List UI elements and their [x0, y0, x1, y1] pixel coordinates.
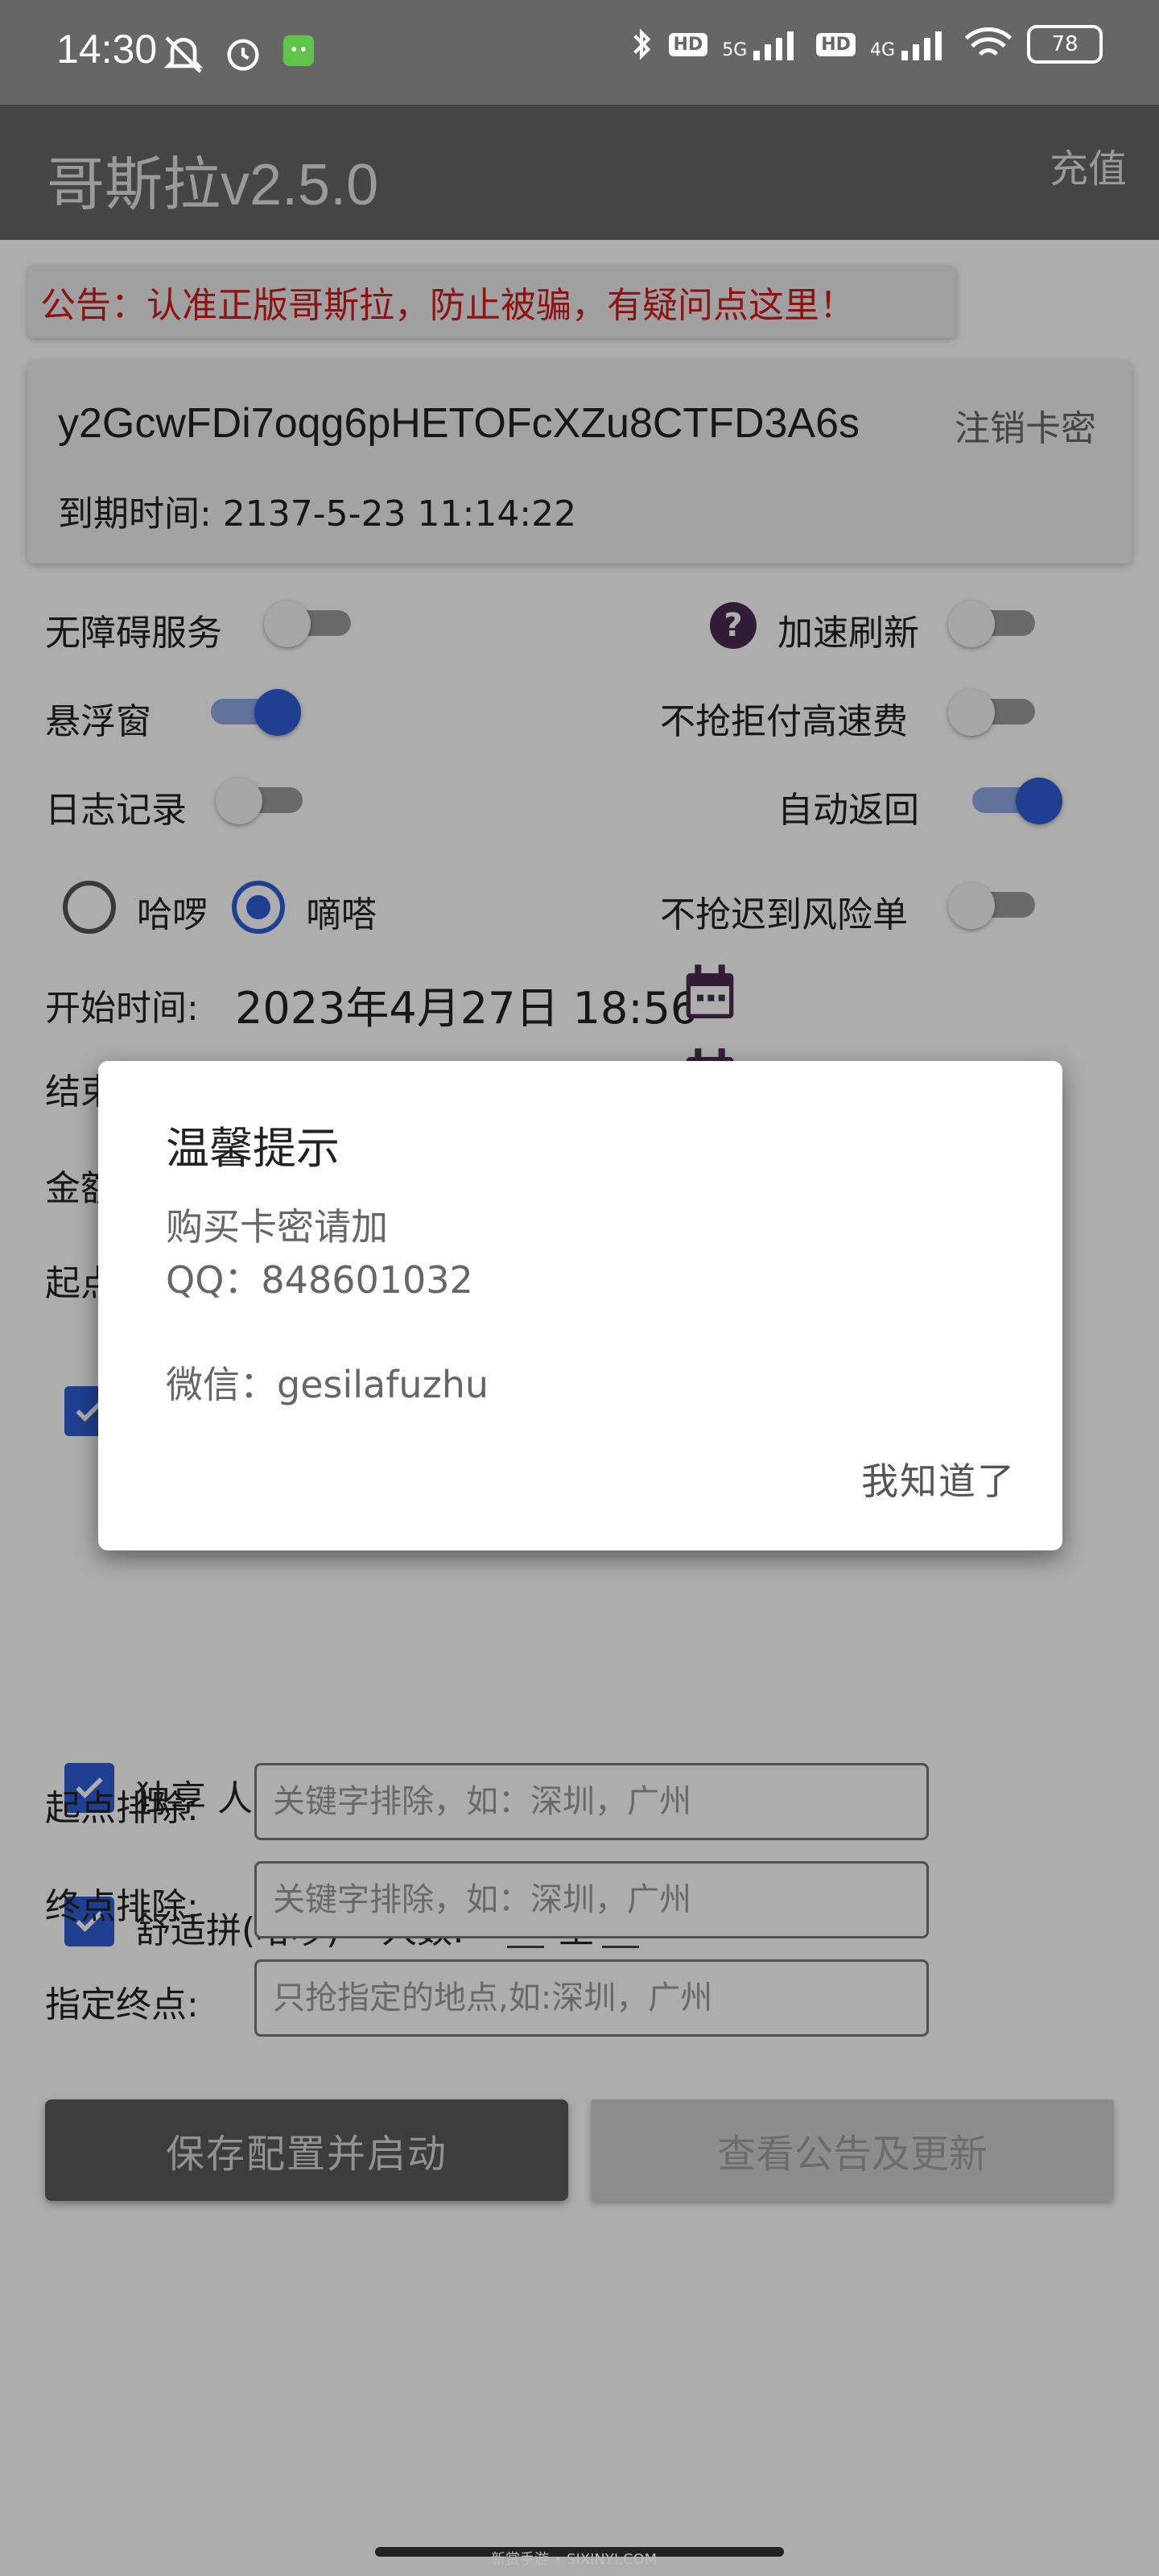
5g-signal-icon: 5G [722, 28, 802, 60]
hd-icon: HD [816, 32, 856, 56]
dialog-line-1: 购买卡密请加 [166, 1205, 388, 1249]
status-left-icons [161, 32, 317, 77]
recharge-button[interactable]: 充值 [1050, 137, 1127, 193]
4g-signal-icon: 4G [870, 28, 950, 60]
android-icon [283, 35, 315, 67]
status-time: 14:30 [56, 27, 158, 72]
dialog-line-qq: QQ：848601032 [166, 1258, 473, 1302]
mute-icon [163, 36, 204, 73]
bluetooth-icon [633, 28, 650, 60]
dialog-ok-button[interactable]: 我知道了 [861, 1452, 1016, 1505]
alarm-icon [227, 39, 259, 71]
wifi-icon [964, 27, 1013, 56]
tip-dialog: 温馨提示 购买卡密请加 QQ：848601032 微信：gesilafuzhu … [98, 1061, 1062, 1550]
battery-icon: 78 [1027, 25, 1103, 64]
app-title: 哥斯拉v2.5.0 [47, 153, 379, 217]
hd-icon: HD [668, 32, 708, 56]
status-bar: 14:30 HD 5G HD 4G 78 [0, 0, 1159, 105]
status-right-icons: HD 5G HD 4G 78 [629, 24, 1103, 64]
dialog-line-wechat: 微信：gesilafuzhu [166, 1363, 489, 1406]
watermark: 新赏手游 • SIXINYI.COM [491, 2551, 658, 2568]
dialog-title: 温馨提示 [166, 1123, 340, 1174]
4g-label: 4G [869, 40, 895, 60]
5g-label: 5G [722, 40, 748, 60]
app-bar: 哥斯拉v2.5.0 充值 [0, 105, 1159, 240]
